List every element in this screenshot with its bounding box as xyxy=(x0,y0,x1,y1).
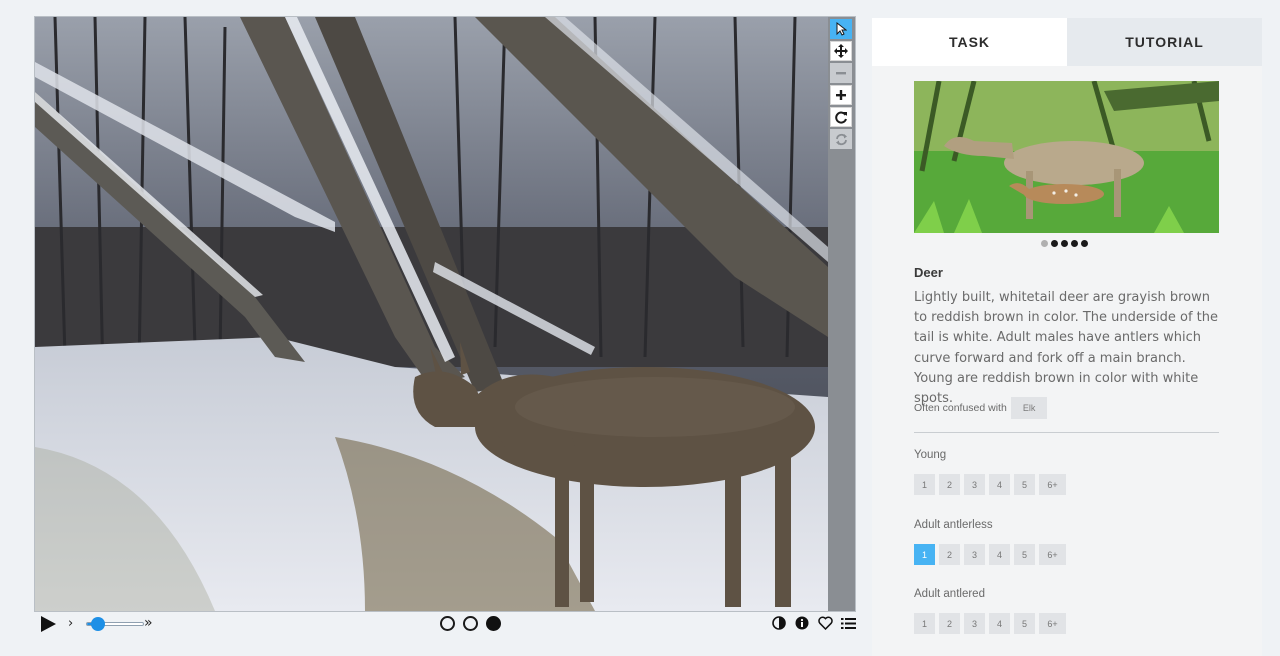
contrast-icon[interactable] xyxy=(771,615,787,631)
rotate-button[interactable] xyxy=(830,107,852,127)
viewer-actions xyxy=(771,615,856,631)
pointer-icon xyxy=(836,22,847,36)
pointer-tool-button[interactable] xyxy=(830,19,852,39)
zoom-in-button[interactable] xyxy=(830,85,852,105)
count-option-button[interactable]: 3 xyxy=(964,474,985,495)
rotate-icon xyxy=(834,111,847,123)
camera-trap-image[interactable] xyxy=(35,17,828,611)
tab-task[interactable]: TASK xyxy=(872,18,1067,66)
carousel-dot[interactable] xyxy=(1051,240,1058,247)
species-name: Deer xyxy=(914,265,943,280)
question-label-young: Young xyxy=(914,449,947,461)
tab-tutorial[interactable]: TUTORIAL xyxy=(1067,18,1262,66)
task-panel: TASK TUTORIAL Deer Lightly built, whitet… xyxy=(872,18,1262,656)
count-row-adult-antlerless: 1 2 3 4 5 6+ xyxy=(914,544,1066,565)
move-tool-button[interactable] xyxy=(830,41,852,61)
count-option-button[interactable]: 5 xyxy=(1014,474,1035,495)
species-description: Lightly built, whitetail deer are grayis… xyxy=(914,290,1218,407)
confused-with-row: Often confused with Elk xyxy=(914,397,1048,419)
zoom-in-icon xyxy=(836,90,846,100)
info-icon[interactable] xyxy=(794,615,810,631)
zoom-out-icon xyxy=(836,72,846,75)
frame-dot-button[interactable] xyxy=(486,616,501,631)
question-label-adult-antlerless: Adult antlerless xyxy=(914,519,993,531)
frame-dot-button[interactable] xyxy=(463,616,478,631)
species-card: Deer Lightly built, whitetail deer are g… xyxy=(900,66,1232,656)
viewer-controls: › » xyxy=(34,612,856,636)
faster-icon[interactable]: » xyxy=(144,615,152,631)
frame-selector xyxy=(440,616,501,631)
zoom-out-button[interactable] xyxy=(830,63,852,83)
question-label-adult-antlered: Adult antlered xyxy=(914,588,985,600)
species-example-image[interactable] xyxy=(914,81,1219,233)
count-option-button[interactable]: 6+ xyxy=(1039,474,1066,495)
count-option-button[interactable]: 5 xyxy=(1014,544,1035,565)
subject-viewer xyxy=(34,16,856,612)
carousel-dot[interactable] xyxy=(1081,240,1088,247)
frame-dot-button[interactable] xyxy=(440,616,455,631)
count-option-button[interactable]: 1 xyxy=(914,544,935,565)
count-option-button[interactable]: 2 xyxy=(939,474,960,495)
panel-tabs: TASK TUTORIAL xyxy=(872,18,1262,66)
count-option-button[interactable]: 3 xyxy=(964,613,985,634)
reset-icon xyxy=(835,133,847,145)
heart-icon[interactable] xyxy=(817,615,833,631)
count-row-young: 1 2 3 4 5 6+ xyxy=(914,474,1066,495)
count-option-button[interactable]: 1 xyxy=(914,613,935,634)
carousel-dot[interactable] xyxy=(1041,240,1048,247)
count-option-button[interactable]: 4 xyxy=(989,613,1010,634)
count-option-button[interactable]: 3 xyxy=(964,544,985,565)
confused-with-label: Often confused with xyxy=(914,402,1007,414)
image-carousel-dots xyxy=(1041,240,1088,247)
carousel-dot[interactable] xyxy=(1061,240,1068,247)
count-option-button[interactable]: 1 xyxy=(914,474,935,495)
reset-view-button[interactable] xyxy=(830,129,852,149)
carousel-dot[interactable] xyxy=(1071,240,1078,247)
confused-species-button[interactable]: Elk xyxy=(1010,397,1048,419)
count-option-button[interactable]: 2 xyxy=(939,544,960,565)
slower-icon[interactable]: › xyxy=(68,616,73,632)
play-button[interactable] xyxy=(38,614,58,634)
count-option-button[interactable]: 5 xyxy=(1014,613,1035,634)
count-option-button[interactable]: 2 xyxy=(939,613,960,634)
count-row-adult-antlered: 1 2 3 4 5 6+ xyxy=(914,613,1066,634)
count-option-button[interactable]: 6+ xyxy=(1039,613,1066,634)
count-option-button[interactable]: 4 xyxy=(989,474,1010,495)
move-icon xyxy=(834,44,848,58)
count-option-button[interactable]: 4 xyxy=(989,544,1010,565)
list-icon[interactable] xyxy=(840,615,856,631)
slider-handle[interactable] xyxy=(90,617,105,631)
image-toolbar xyxy=(828,17,855,611)
count-option-button[interactable]: 6+ xyxy=(1039,544,1066,565)
divider xyxy=(914,432,1219,433)
